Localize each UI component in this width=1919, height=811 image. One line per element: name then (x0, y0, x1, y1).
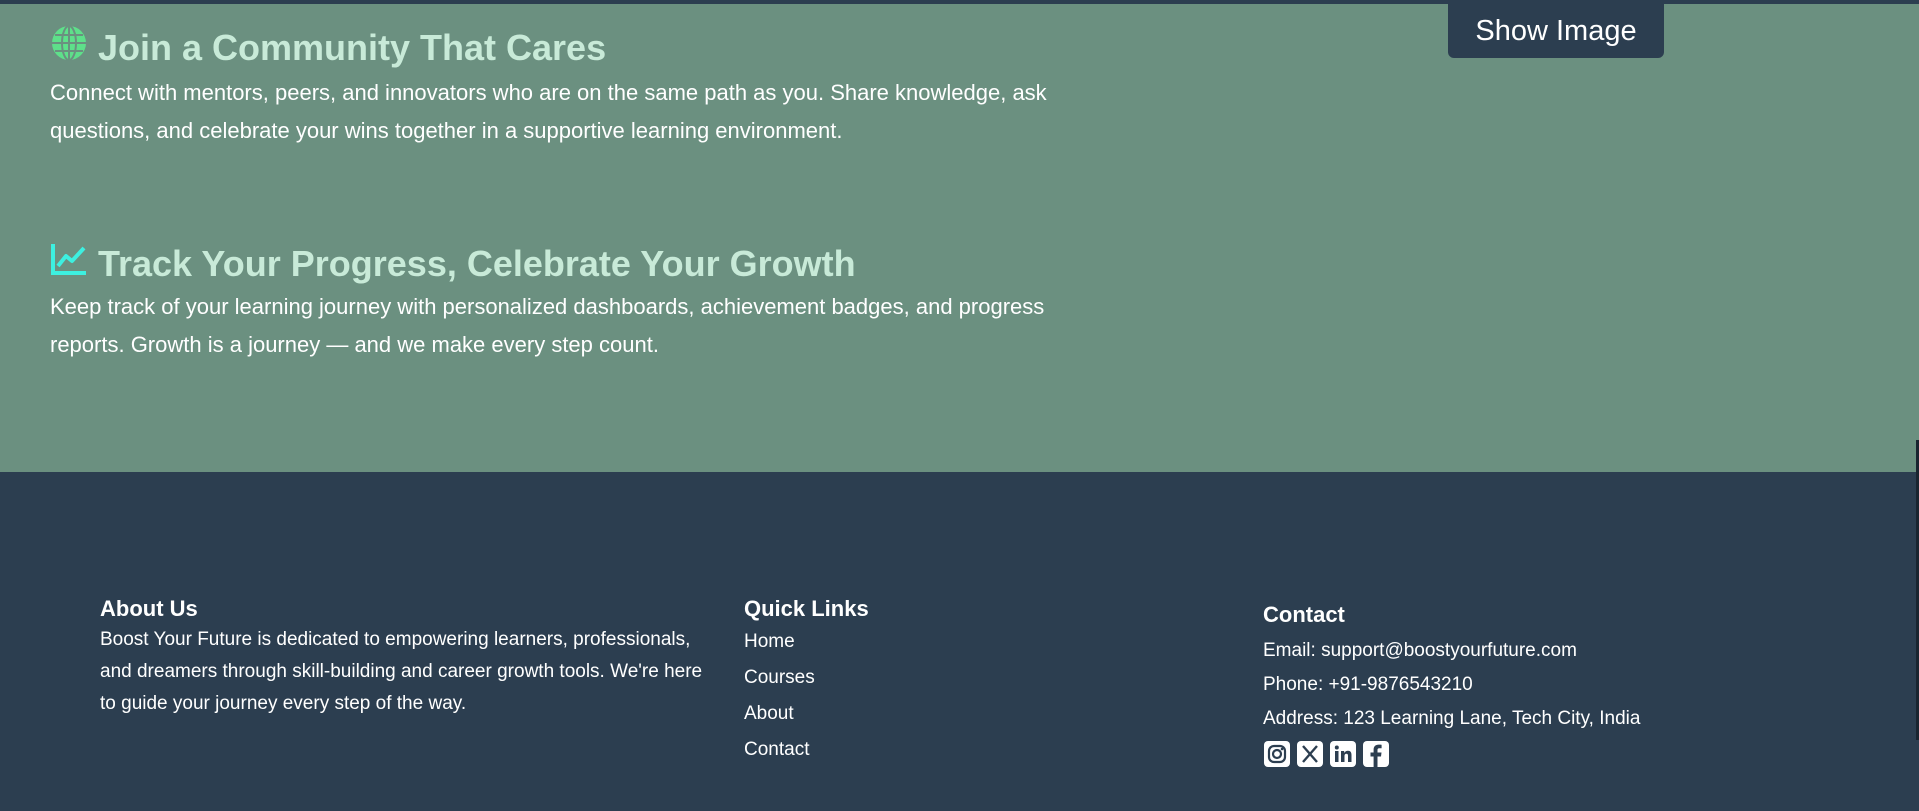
quick-link-item: Courses (744, 660, 1044, 696)
x-icon[interactable] (1296, 740, 1324, 768)
feature-progress-text: Keep track of your learning journey with… (50, 294, 1045, 357)
linkedin-icon[interactable] (1329, 740, 1357, 768)
footer-about: About Us Boost Your Future is dedicated … (100, 596, 720, 720)
quick-link-contact[interactable]: Contact (744, 739, 809, 760)
feature-community-text: Connect with mentors, peers, and innovat… (50, 80, 1047, 143)
footer-quick-links: Quick Links Home Courses About Contact (744, 596, 1044, 768)
instagram-icon[interactable] (1263, 740, 1291, 768)
footer-contact: Contact Email: support@boostyourfuture.c… (1263, 602, 1783, 768)
quick-link-item: Home (744, 624, 1044, 660)
globe-icon (50, 24, 88, 72)
contact-email: Email: support@boostyourfuture.com (1263, 640, 1577, 661)
about-text: Boost Your Future is dedicated to empowe… (100, 629, 703, 714)
feature-progress-heading: Track Your Progress, Celebrate Your Grow… (50, 242, 1110, 286)
feature-progress-title: Track Your Progress, Celebrate Your Grow… (98, 243, 856, 284)
quick-link-courses[interactable]: Courses (744, 667, 815, 688)
quick-links-heading: Quick Links (744, 596, 869, 621)
contact-heading: Contact (1263, 602, 1345, 627)
quick-link-item: Contact (744, 732, 1044, 768)
show-image-button[interactable]: Show Image (1448, 4, 1664, 58)
quick-links-list: Home Courses About Contact (744, 624, 1044, 768)
feature-community-title: Join a Community That Cares (98, 27, 607, 68)
quick-link-item: About (744, 696, 1044, 732)
chart-line-icon (50, 242, 88, 286)
contact-phone: Phone: +91-9876543210 (1263, 674, 1473, 695)
about-heading: About Us (100, 596, 198, 621)
feature-community: Join a Community That Cares Connect with… (50, 24, 1110, 150)
facebook-icon[interactable] (1362, 740, 1390, 768)
contact-address: Address: 123 Learning Lane, Tech City, I… (1263, 708, 1641, 729)
quick-link-about[interactable]: About (744, 703, 794, 724)
feature-progress: Track Your Progress, Celebrate Your Grow… (50, 242, 1110, 364)
features-section: Join a Community That Cares Connect with… (0, 4, 1919, 472)
feature-community-heading: Join a Community That Cares (50, 24, 1110, 72)
social-links (1263, 740, 1783, 768)
site-footer: About Us Boost Your Future is dedicated … (0, 472, 1919, 811)
quick-link-home[interactable]: Home (744, 631, 795, 652)
